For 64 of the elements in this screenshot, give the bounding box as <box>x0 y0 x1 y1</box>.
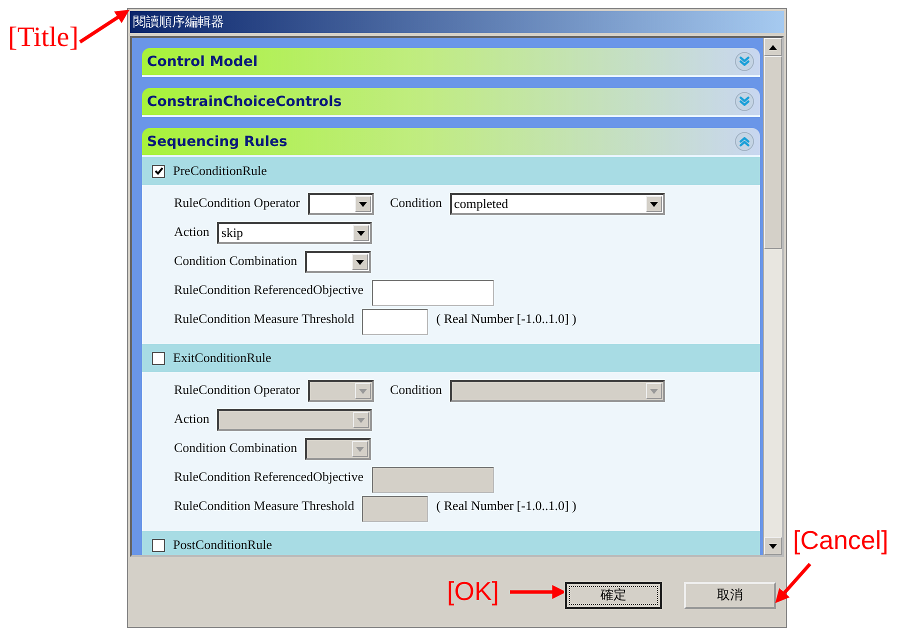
checkbox[interactable] <box>152 164 165 178</box>
dropdown[interactable] <box>308 380 374 402</box>
dropdown[interactable]: completed <box>450 193 666 215</box>
dropdown-arrow-button[interactable] <box>355 196 372 212</box>
caret-icon <box>650 202 658 206</box>
checkbox-label: PreConditionRule <box>173 163 267 179</box>
caret-icon <box>359 202 368 206</box>
section-header[interactable]: Sequencing Rules <box>142 128 760 157</box>
field-label: Action <box>174 411 210 427</box>
field-label: RuleCondition Measure Threshold <box>174 311 354 327</box>
pointer-arrow <box>774 560 814 604</box>
caret-icon <box>357 418 366 422</box>
field-label: Condition <box>390 382 442 398</box>
scroll-up-button[interactable] <box>764 38 782 56</box>
field-label: Action <box>174 224 210 240</box>
section-title: ConstrainChoiceControls <box>147 94 342 110</box>
dropdown[interactable] <box>217 409 372 431</box>
dropdown[interactable] <box>305 251 372 273</box>
scroll-thumb[interactable] <box>764 56 782 249</box>
checkbox[interactable] <box>152 538 165 552</box>
checkbox-label: ExitConditionRule <box>173 350 272 366</box>
cancel-button[interactable]: 取消 <box>684 582 776 608</box>
dropdown[interactable] <box>308 193 374 215</box>
caret-icon <box>769 544 777 548</box>
section-title: Control Model <box>147 54 258 70</box>
field-label: RuleCondition ReferencedObjective <box>174 282 364 298</box>
section-title: Sequencing Rules <box>147 134 288 150</box>
dropdown-arrow-button[interactable] <box>353 225 370 241</box>
dropdown[interactable] <box>450 380 666 402</box>
checkbox-label: PostConditionRule <box>173 537 272 553</box>
input-field[interactable] <box>362 496 428 522</box>
field-label: RuleCondition Operator <box>174 382 300 398</box>
caret-icon <box>650 388 658 394</box>
caret-icon <box>769 44 777 50</box>
caret-icon <box>357 230 366 236</box>
field-label: RuleCondition Operator <box>174 195 300 211</box>
pointer-arrow <box>508 582 564 602</box>
input-field[interactable] <box>362 309 428 335</box>
window-title: 閱讀順序編輯器 <box>133 14 224 31</box>
ok-button[interactable]: 確定 <box>565 582 662 608</box>
input-field[interactable] <box>372 280 494 306</box>
field-label: RuleCondition Measure Threshold <box>174 498 354 514</box>
dropdown[interactable] <box>305 438 372 460</box>
hint-text: ( Real Number [-1.0..1.0] ) <box>436 498 576 514</box>
caret-icon <box>356 260 364 264</box>
scroll-down-button[interactable] <box>764 537 782 555</box>
section-header[interactable]: ConstrainChoiceControls <box>142 88 760 117</box>
caret-icon <box>359 388 368 394</box>
scrollbar[interactable] <box>763 38 782 555</box>
caret-icon <box>356 446 364 452</box>
field-label: Condition Combination <box>174 253 298 269</box>
input-field[interactable] <box>372 467 494 493</box>
annotation-label: [Title] <box>8 22 79 54</box>
annotation-label: [OK] <box>447 576 500 607</box>
dropdown-arrow-button[interactable] <box>352 254 368 270</box>
dropdown-arrow-button[interactable] <box>646 196 662 212</box>
dropdown[interactable]: skip <box>217 222 372 244</box>
field-label: Condition Combination <box>174 440 298 456</box>
hint-text: ( Real Number [-1.0..1.0] ) <box>436 311 576 327</box>
section-header[interactable]: Control Model <box>142 48 760 77</box>
field-label: RuleCondition ReferencedObjective <box>174 469 364 485</box>
annotation-label: [Cancel] <box>793 525 888 556</box>
field-label: Condition <box>390 195 442 211</box>
checkbox[interactable] <box>152 352 165 364</box>
